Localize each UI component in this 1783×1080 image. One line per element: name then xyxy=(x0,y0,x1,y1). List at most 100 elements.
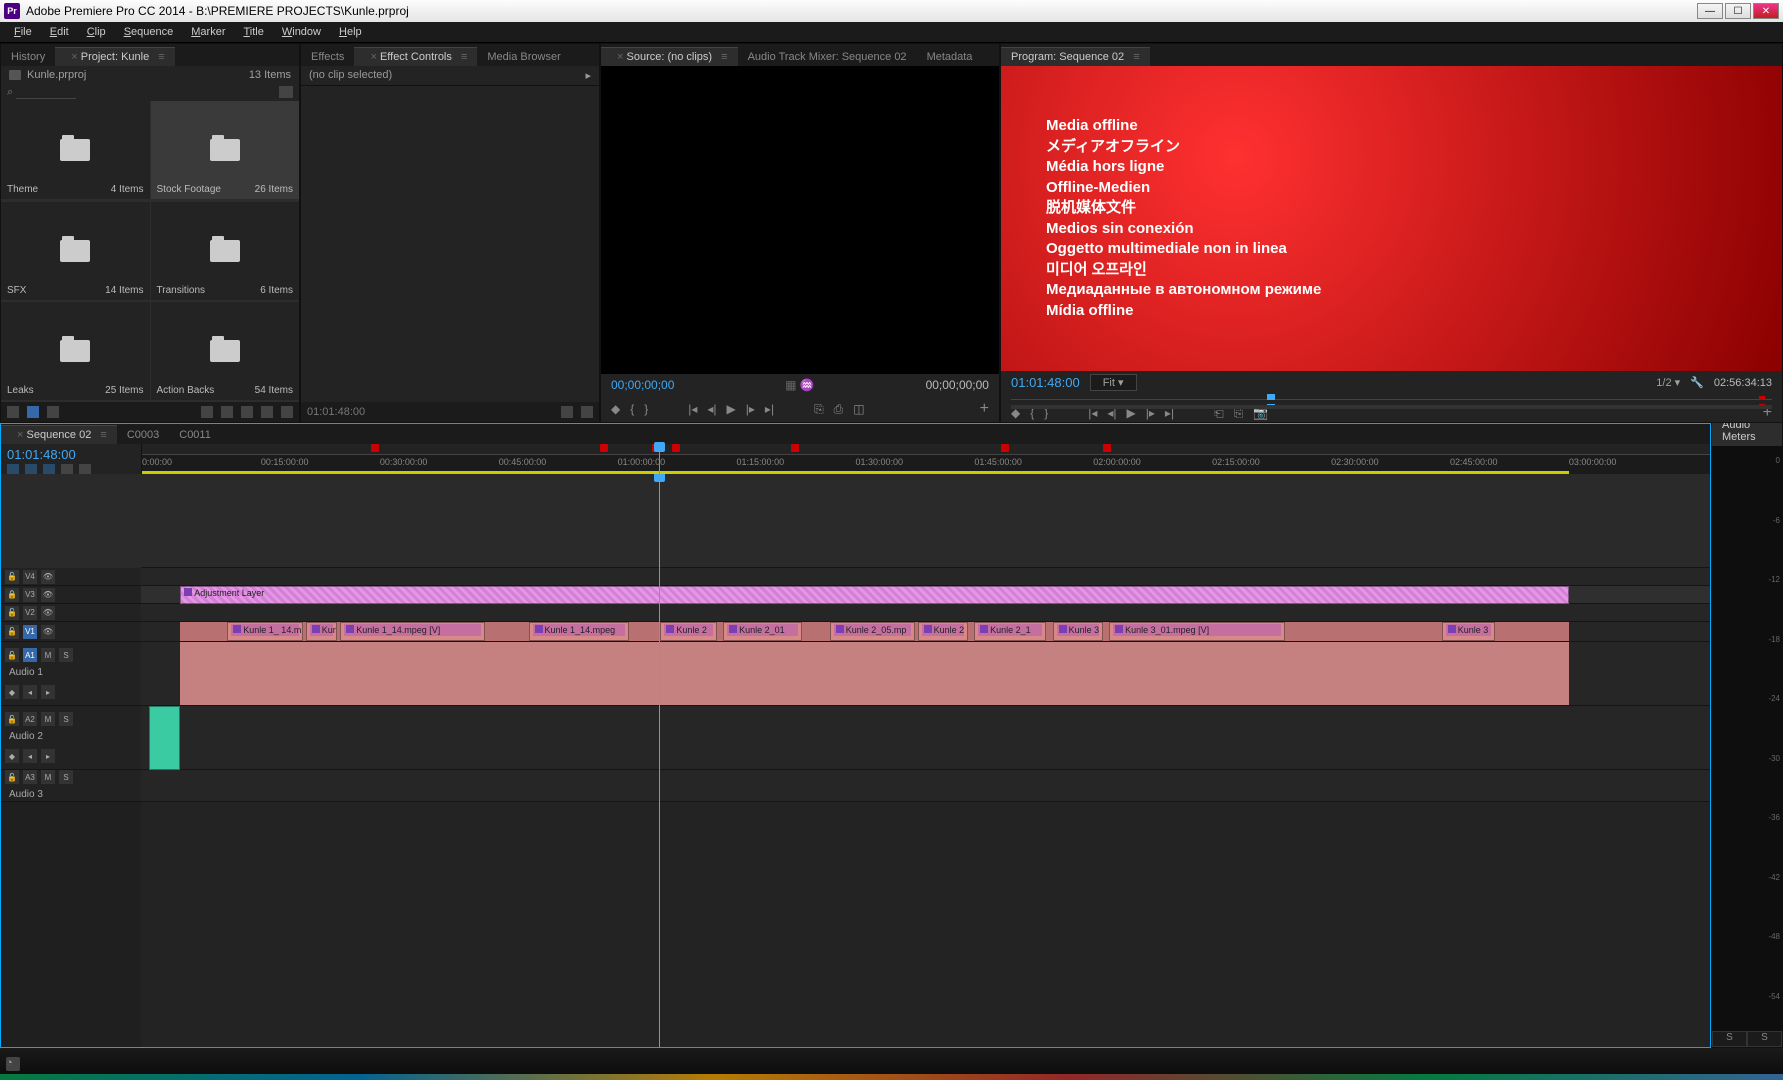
close-tab-icon[interactable]: × xyxy=(617,51,623,63)
effects-tab[interactable]: × Effect Controls ≡ xyxy=(354,47,477,66)
close-button[interactable]: ✕ xyxy=(1753,3,1779,19)
source-drag-audio-icon[interactable]: ♒ xyxy=(800,378,815,392)
clip-audio[interactable] xyxy=(149,706,180,770)
menu-marker[interactable]: Marker xyxy=(183,24,233,40)
lock-icon[interactable]: 🔓 xyxy=(5,648,19,662)
menu-edit[interactable]: Edit xyxy=(42,24,77,40)
audio-track-header[interactable]: 🔓A3MSAudio 3 xyxy=(1,770,141,802)
menu-clip[interactable]: Clip xyxy=(79,24,114,40)
clip-video[interactable]: Kunle 2 xyxy=(660,622,716,641)
track-target[interactable]: V3 xyxy=(23,588,37,602)
bin-item[interactable]: Theme4 Items xyxy=(1,101,150,199)
minimize-button[interactable]: — xyxy=(1697,3,1723,19)
lock-icon[interactable]: 🔓 xyxy=(5,570,19,584)
source-tab[interactable]: Audio Track Mixer: Sequence 02 xyxy=(738,48,917,66)
settings-icon[interactable]: 🔧 xyxy=(1690,376,1704,389)
program-viewport[interactable]: Media offlineメディアオフラインMédia hors ligneOf… xyxy=(1001,66,1782,371)
eye-icon[interactable]: 👁 xyxy=(41,625,55,639)
track-target[interactable]: V2 xyxy=(23,606,37,620)
mute-icon[interactable]: M xyxy=(41,648,55,662)
prev-kf-icon[interactable]: ◂ xyxy=(23,749,37,763)
clip-video[interactable]: Kunle 2_01 xyxy=(723,622,801,641)
ec-icon-2[interactable] xyxy=(581,406,593,418)
tab-program[interactable]: Program: Sequence 02 ≡ xyxy=(1001,47,1150,66)
clip-adjustment[interactable]: Adjustment Layer xyxy=(180,586,1569,604)
playhead[interactable] xyxy=(659,444,660,474)
solo-left[interactable]: S xyxy=(1712,1031,1747,1047)
clip-video[interactable]: Kunle 2 xyxy=(918,622,968,641)
taskbar[interactable] xyxy=(0,1074,1783,1080)
timeline-ruler[interactable]: 0:00:0000:15:00:0000:30:00:0000:45:00:00… xyxy=(141,444,1710,474)
maximize-button[interactable]: ☐ xyxy=(1725,3,1751,19)
clip-video[interactable]: Kunle 3 xyxy=(1053,622,1103,641)
menu-file[interactable]: File xyxy=(6,24,40,40)
insert-icon[interactable]: ⎘ xyxy=(814,402,824,417)
video-track-header[interactable]: 🔓 V1 👁 xyxy=(1,622,141,642)
solo-right[interactable]: S xyxy=(1747,1031,1782,1047)
overwrite-icon[interactable]: ⎙ xyxy=(834,402,844,417)
marker-icon[interactable]: ◆ xyxy=(611,402,620,416)
bin-item[interactable]: Action Backs54 Items xyxy=(151,302,300,400)
next-kf-icon[interactable]: ▸ xyxy=(41,749,55,763)
step-fwd-icon[interactable]: |▸ xyxy=(746,402,755,416)
clip-video[interactable]: Kunle 2_05.mp xyxy=(830,622,915,641)
icon-view-icon[interactable] xyxy=(27,406,39,418)
bin-item[interactable]: Leaks25 Items xyxy=(1,302,150,400)
new-item-icon[interactable] xyxy=(261,406,273,418)
effects-tab[interactable]: Media Browser xyxy=(477,48,570,66)
timeline-timecode[interactable]: 01:01:48:00 xyxy=(7,447,135,462)
clip-video[interactable]: Kunle 1_ 14.m xyxy=(227,622,302,641)
source-drag-video-icon[interactable]: ▦ xyxy=(785,378,796,392)
clip-video[interactable]: Kunle 3 xyxy=(1442,622,1495,641)
chevron-right-icon[interactable]: ▸ xyxy=(585,69,591,82)
automate-icon[interactable] xyxy=(201,406,213,418)
eye-icon[interactable]: 👁 xyxy=(41,606,55,620)
lock-icon[interactable]: 🔓 xyxy=(5,770,19,784)
out-icon[interactable]: } xyxy=(644,402,648,416)
menu-window[interactable]: Window xyxy=(274,24,329,40)
trash-icon[interactable] xyxy=(281,406,293,418)
source-viewport[interactable] xyxy=(601,66,999,374)
export-frame-icon[interactable]: ◫ xyxy=(853,402,864,416)
keyframe-icon[interactable]: ◆ xyxy=(5,749,19,763)
track-target[interactable]: A2 xyxy=(23,712,37,726)
find-icon[interactable] xyxy=(221,406,233,418)
clip-video[interactable]: Kunle 1_14.mpeg [V] xyxy=(340,622,484,641)
source-tab[interactable]: Metadata xyxy=(917,48,983,66)
audio-track-header[interactable]: 🔓A2MSAudio 2◆◂▸ xyxy=(1,706,141,770)
clip-video[interactable]: Kunle 1_14.mpeg xyxy=(529,622,629,641)
lock-icon[interactable]: 🔒 xyxy=(5,588,19,602)
button-editor-icon[interactable]: + xyxy=(980,400,989,418)
solo-icon[interactable]: S xyxy=(59,770,73,784)
video-track-header[interactable]: 🔒V3👁 xyxy=(1,586,141,604)
freeform-icon[interactable] xyxy=(47,406,59,418)
goto-in-icon[interactable]: |◂ xyxy=(688,402,697,416)
track-target[interactable]: V1 xyxy=(23,625,37,639)
lock-icon[interactable]: 🔓 xyxy=(5,606,19,620)
video-track-header[interactable]: 🔓 V2 👁 xyxy=(1,604,141,622)
step-back-icon[interactable]: ◂| xyxy=(707,402,716,416)
close-tab-icon[interactable]: × xyxy=(370,51,376,63)
timeline-tab[interactable]: × Sequence 02 ≡ xyxy=(1,425,117,444)
timeline-tab[interactable]: C0011 xyxy=(169,426,221,444)
audio-track-header[interactable]: 🔓A1MSAudio 1◆◂▸ xyxy=(1,642,141,706)
prev-kf-icon[interactable]: ◂ xyxy=(23,685,37,699)
in-icon[interactable]: { xyxy=(630,402,634,416)
timeline-tab[interactable]: C0003 xyxy=(117,426,169,444)
close-tab-icon[interactable]: × xyxy=(17,429,23,441)
bin-item[interactable]: Transitions6 Items xyxy=(151,202,300,300)
play-icon[interactable]: ▶ xyxy=(727,402,736,416)
menu-title[interactable]: Title xyxy=(235,24,271,40)
project-tab[interactable]: History xyxy=(1,48,55,66)
source-tab[interactable]: × Source: (no clips) ≡ xyxy=(601,47,738,66)
menu-help[interactable]: Help xyxy=(331,24,370,40)
resolution-dropdown[interactable]: 1/2 ▾ xyxy=(1656,376,1680,389)
lock-icon[interactable]: 🔓 xyxy=(5,625,19,639)
next-kf-icon[interactable]: ▸ xyxy=(41,685,55,699)
track-target[interactable]: V4 xyxy=(23,570,37,584)
source-out-timecode[interactable]: 00;00;00;00 xyxy=(926,378,989,392)
project-tab[interactable]: × Project: Kunle ≡ xyxy=(55,47,174,66)
eye-icon[interactable]: 👁 xyxy=(41,570,55,584)
lock-icon[interactable]: 🔓 xyxy=(5,712,19,726)
bin-item[interactable]: Stock Footage26 Items xyxy=(151,101,300,199)
